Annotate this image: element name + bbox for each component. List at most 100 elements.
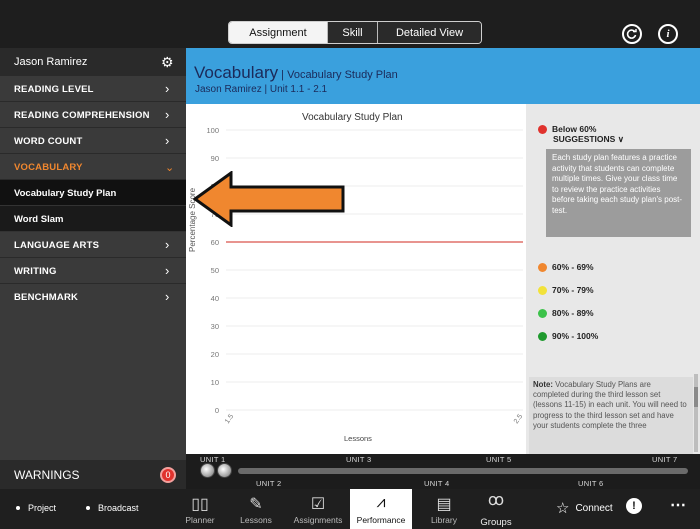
nav-planner[interactable]: ▯▯ Planner	[170, 489, 230, 529]
legend-label: 90% - 100%	[552, 331, 599, 341]
project-label: Project	[28, 503, 57, 513]
broadcast-button[interactable]: Broadcast	[86, 503, 139, 513]
orange-dot-icon	[538, 262, 547, 272]
nav-groups[interactable]: ꝏ Groups	[466, 489, 526, 529]
note-scrollbar[interactable]	[694, 374, 698, 452]
nav-assignments[interactable]: ☑ Assignments	[288, 489, 348, 529]
info-icon[interactable]: i	[658, 24, 678, 44]
chevron-right-icon: ›	[165, 263, 170, 278]
sidebar-item-label: WORD COUNT	[14, 136, 83, 147]
chevron-right-icon: ›	[165, 107, 170, 122]
sidebar-subitem-label: Word Slam	[14, 214, 64, 225]
note-text: Note: Vocabulary Study Plans are complet…	[529, 377, 693, 454]
student-name: Jason Ramirez	[14, 56, 88, 68]
nav-label: Assignments	[293, 515, 343, 525]
sidebar-item-language-arts[interactable]: LANGUAGE ARTS ›	[0, 232, 186, 258]
sidebar-item-reading-comprehension[interactable]: READING COMPREHENSION ›	[0, 102, 186, 128]
page-title: Vocabulary | Vocabulary Study Plan	[194, 63, 398, 83]
timeline-handle[interactable]	[200, 463, 234, 478]
warnings-count-badge: 0	[160, 467, 176, 483]
timeline-track[interactable]	[238, 468, 688, 474]
star-icon: ☆	[556, 500, 570, 517]
sidebar-item-word-count[interactable]: WORD COUNT ›	[0, 128, 186, 154]
book-icon: ▯▯	[191, 496, 209, 513]
suggestions-label: SUGGESTIONS	[553, 134, 616, 144]
sidebar-item-label: LANGUAGE ARTS	[14, 240, 100, 251]
chart-y-tick-label: 10	[211, 378, 219, 387]
chevron-right-icon: ›	[165, 237, 170, 252]
tab-detailed-view[interactable]: Detailed View	[377, 22, 481, 43]
chart-icon: ⩘	[376, 494, 386, 511]
chevron-right-icon: ›	[165, 81, 170, 96]
page-title-main: Vocabulary	[194, 63, 279, 82]
sidebar-item-vocabulary[interactable]: VOCABULARY ⌄	[0, 154, 186, 180]
sidebar-item-label: VOCABULARY	[14, 162, 83, 173]
nav-lessons[interactable]: ✎ Lessons	[226, 489, 286, 529]
chart-y-tick-label: 50	[211, 266, 219, 275]
broadcast-label: Broadcast	[98, 503, 139, 513]
legend-item-60-69: 60% - 69%	[538, 262, 594, 272]
legend-label: 80% - 89%	[552, 308, 594, 318]
note-label: Note:	[533, 380, 553, 389]
bullet-icon	[16, 506, 20, 510]
timeline-unit-label: UNIT 3	[346, 455, 372, 464]
chart-y-tick-label: 40	[211, 294, 219, 303]
refresh-icon[interactable]	[622, 24, 642, 44]
pencil-icon: ✎	[249, 496, 263, 513]
sidebar-item-label: WRITING	[14, 266, 57, 277]
sidebar-item-benchmark[interactable]: BENCHMARK ›	[0, 284, 186, 310]
more-icon[interactable]: ⋯	[670, 495, 686, 515]
chart-x-label: Lessons	[344, 434, 372, 443]
legend-item-90-100: 90% - 100%	[538, 331, 598, 341]
nav-label: Library	[431, 515, 457, 525]
connect-label: Connect	[575, 502, 613, 514]
chart-y-tick-label: 20	[211, 350, 219, 359]
gear-icon[interactable]: ⚙	[161, 54, 174, 71]
chart-card: Vocabulary Study Plan Percentage Score 0…	[186, 104, 700, 454]
chart-y-tick-label: 0	[215, 406, 219, 415]
chart-svg: 01020304050607080901001.52.5	[206, 126, 524, 425]
view-tabs: Assignment Skill Detailed View	[228, 21, 482, 44]
top-bar: Assignment Skill Detailed View i	[0, 0, 700, 48]
sidebar: Jason Ramirez ⚙ READING LEVEL › READING …	[0, 48, 186, 489]
suggestions-toggle[interactable]: SUGGESTIONS ∨	[553, 134, 624, 145]
legend-label: Below 60%	[552, 124, 597, 134]
nav-library[interactable]: ▤ Library	[414, 489, 474, 529]
timeline-unit-label: UNIT 1	[200, 455, 226, 464]
chart-y-tick-label: 30	[211, 322, 219, 331]
timeline-unit-label: UNIT 7	[652, 455, 678, 464]
warnings-bar[interactable]: WARNINGS 0	[0, 460, 186, 489]
sidebar-subitem-word-slam[interactable]: Word Slam	[0, 206, 186, 232]
legend-item-80-89: 80% - 89%	[538, 308, 594, 318]
project-button[interactable]: Project	[16, 503, 56, 513]
sidebar-item-label: READING LEVEL	[14, 84, 94, 95]
timeline-unit-label: UNIT 5	[486, 455, 512, 464]
legend-panel: Below 60% SUGGESTIONS ∨ Each study plan …	[526, 104, 700, 454]
note-scrollbar-thumb[interactable]	[694, 387, 698, 407]
green-dot-icon	[538, 308, 547, 318]
bullet-icon	[86, 506, 90, 510]
chevron-right-icon: ›	[165, 289, 170, 304]
chart-x-tick-label: 2.5	[513, 413, 524, 425]
alert-button[interactable]: !	[626, 498, 642, 514]
checkbox-icon: ☑	[310, 496, 326, 513]
bottom-bar: Project Broadcast ▯▯ Planner ✎ Lessons ☑…	[0, 489, 700, 529]
sidebar-item-reading-level[interactable]: READING LEVEL ›	[0, 76, 186, 102]
chevron-down-icon: ∨	[617, 134, 624, 144]
tab-assignment[interactable]: Assignment	[229, 22, 327, 43]
chart-x-tick-label: 1.5	[224, 413, 235, 425]
timeline-unit-label: UNIT 4	[424, 479, 450, 488]
nav-label: Lessons	[240, 515, 272, 525]
sidebar-subitem-vocabulary-study-plan[interactable]: Vocabulary Study Plan	[0, 180, 186, 206]
legend-item-below-60: Below 60%	[538, 124, 596, 134]
nav-label: Performance	[356, 515, 406, 525]
legend-label: 70% - 79%	[552, 285, 594, 295]
dark-green-dot-icon	[538, 331, 547, 341]
tab-skill[interactable]: Skill	[327, 22, 377, 43]
nav-performance[interactable]: ⩘ Performance	[350, 489, 412, 529]
connect-button[interactable]: ☆ Connect	[556, 499, 613, 517]
orange-arrow-icon	[193, 171, 345, 227]
chevron-right-icon: ›	[165, 133, 170, 148]
nav-label: Groups	[480, 517, 512, 528]
sidebar-item-writing[interactable]: WRITING ›	[0, 258, 186, 284]
